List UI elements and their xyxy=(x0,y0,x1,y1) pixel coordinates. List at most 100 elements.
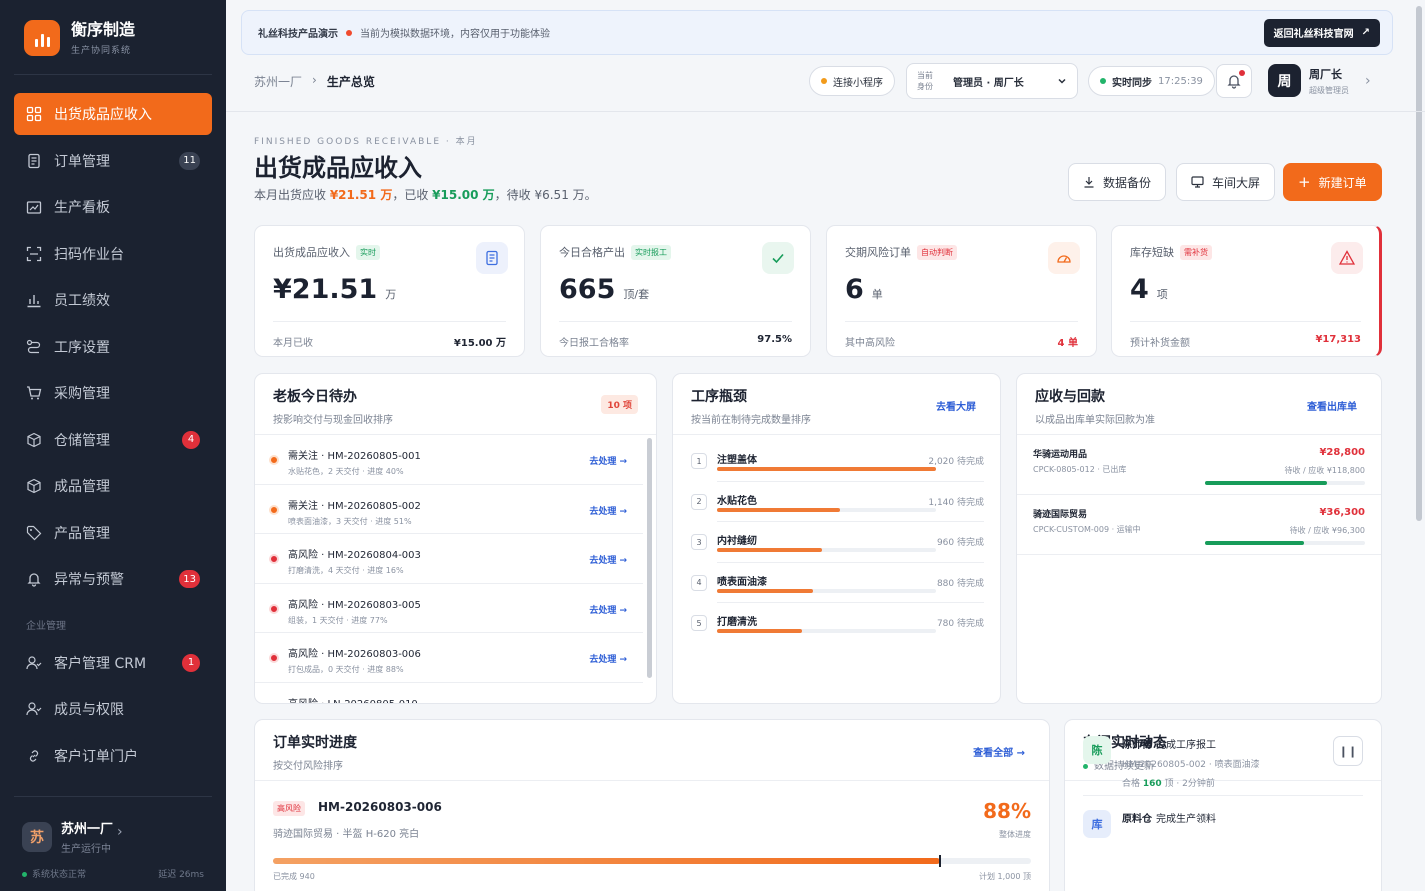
feed-body: 原料仓 完成生产领料 xyxy=(1122,810,1216,831)
bottleneck-item[interactable]: 2 水贴花色 1,140 待完成 xyxy=(673,482,1000,523)
order-done: 已完成 940 xyxy=(273,872,315,881)
breadcrumb-parent[interactable]: 苏州一厂 xyxy=(254,73,302,90)
nav-item[interactable]: 扫码作业台 xyxy=(14,233,212,275)
nav-item[interactable]: 订单管理 11 xyxy=(14,140,212,182)
brand-logo-icon xyxy=(24,20,60,56)
feed-body: 陈师傅 完成工序报工 HM-20260805-002 · 喷表面油漆 合格 160 顶… xyxy=(1122,736,1260,789)
kpi-foot-label: 本月已收 xyxy=(273,338,313,349)
todo-action-link[interactable]: 去处理 → xyxy=(589,702,627,704)
todo-item[interactable]: 高风险 · HM-20260803-006 打包成品，0 天交付 · 进度 88%… xyxy=(255,633,643,683)
receivable-amount: ¥28,800 xyxy=(1319,447,1365,458)
bottleneck-fill xyxy=(717,548,823,553)
bottleneck-rank: 3 xyxy=(691,534,707,551)
return-site-button[interactable]: 返回礼丝科技官网 ↗ xyxy=(1263,18,1380,47)
bottleneck-rank: 5 xyxy=(691,615,707,632)
todo-action-link[interactable]: 去处理 → xyxy=(589,504,627,517)
nav-item[interactable]: 产品管理 xyxy=(14,512,212,554)
breadcrumb-current: 生产总览 xyxy=(326,75,375,89)
receivable-item[interactable]: 骑迹国际贸易 CPCK-CUSTOM-009 · 运输中 ¥36,300 待收 / 应… xyxy=(1017,495,1381,555)
feed-meta: 合格 160 顶 · 2分钟前 xyxy=(1122,776,1260,789)
sync-status[interactable]: 实时同步 17:25:39 xyxy=(1088,66,1215,96)
todo-action-link[interactable]: 去处理 → xyxy=(589,454,627,467)
factory-avatar: 苏 xyxy=(22,821,52,852)
feed-actor: 原料仓 xyxy=(1122,814,1152,825)
nav-item[interactable]: 异常与预警 13 xyxy=(14,558,212,600)
nav-item[interactable]: 出货成品应收入 xyxy=(14,93,212,135)
system-status-text: 系统状态正常 xyxy=(32,870,87,880)
system-status: 系统状态正常 延迟 26ms xyxy=(22,867,204,880)
receivable-fill xyxy=(1205,481,1327,485)
nav-item[interactable]: 工序设置 xyxy=(14,326,212,368)
kpi-card[interactable]: 今日合格产出 实时报工 665 顶/套 今日报工合格率 97.5% xyxy=(540,225,811,357)
factory-switcher[interactable]: 苏 苏州一厂 生产运行中 › xyxy=(22,818,202,855)
progress-marker-icon xyxy=(939,855,942,867)
mini-program-button[interactable]: 连接小程序 xyxy=(809,66,895,96)
nav-item[interactable]: 成品管理 xyxy=(14,465,212,507)
bottleneck-item[interactable]: 3 内衬缝纫 960 待完成 xyxy=(673,522,1000,563)
nav-item[interactable]: 采购管理 xyxy=(14,372,212,414)
receivable-amount: ¥36,300 xyxy=(1319,507,1365,518)
todo-item[interactable]: 高风险 · HM-20260803-005 组装，1 天交付 · 进度 77% 去处… xyxy=(255,584,643,633)
sidebar-divider xyxy=(14,796,212,797)
kpi-label-row: 今日合格产出 实时报工 xyxy=(559,244,792,260)
feed-headline: 陈师傅 完成工序报工 xyxy=(1122,736,1260,751)
receivable-item[interactable]: 华骑运动用品 CPCK-0805-012 · 已出库 ¥28,800 待收 / 应收 … xyxy=(1017,435,1381,495)
order-progress-item[interactable]: 高风险 HM-20260803-006 骑迹国际贸易 · 半盔 H-620 亮白… xyxy=(255,781,1049,891)
new-order-button[interactable]: + 新建订单 xyxy=(1283,163,1382,201)
view-outbound-link[interactable]: 查看出库单 xyxy=(1307,398,1357,413)
kpi-foot-value: 97.5% xyxy=(757,334,792,345)
role-label-1: 当前 xyxy=(917,71,933,80)
bottleneck-item[interactable]: 1 注塑盖体 2,020 待完成 xyxy=(673,441,1000,482)
view-screen-link[interactable]: 去看大屏 xyxy=(936,398,976,413)
nav-item[interactable]: 仓储管理 4 xyxy=(14,419,212,461)
kpi-footer: 今日报工合格率 97.5% xyxy=(559,321,792,349)
user-menu[interactable]: 周 周厂长 超级管理员 › xyxy=(1268,64,1371,97)
todo-action-link[interactable]: 去处理 → xyxy=(589,553,627,566)
todo-action-link[interactable]: 去处理 → xyxy=(589,652,627,665)
todo-action-link[interactable]: 去处理 → xyxy=(589,603,627,616)
feed-actor: 陈师傅 xyxy=(1122,740,1152,751)
feed-item: 库原料仓 完成生产领料 xyxy=(1065,810,1381,870)
brand[interactable]: 衡序制造 生产协同系统 xyxy=(24,20,135,56)
nav-item[interactable]: 客户管理 CRM 1 xyxy=(14,642,212,684)
user-check-icon xyxy=(26,701,42,717)
notifications-button[interactable] xyxy=(1216,64,1252,98)
nav-item[interactable]: 生产看板 xyxy=(14,186,212,228)
kpi-value-row: 4项 xyxy=(1130,274,1168,305)
view-all-orders-link[interactable]: 查看全部 → xyxy=(973,744,1025,759)
feed-meta-suffix: 顶 · 2分钟前 xyxy=(1161,779,1215,789)
todo-item[interactable]: 需关注 · HM-20260805-001 水贴花色，2 天交付 · 进度 40%… xyxy=(255,435,643,485)
workshop-screen-button[interactable]: 车间大屏 xyxy=(1176,163,1276,201)
bottleneck-track xyxy=(717,629,936,634)
bottleneck-item[interactable]: 4 喷表面油漆 880 待完成 xyxy=(673,563,1000,604)
bell-icon xyxy=(26,571,42,587)
backup-button[interactable]: 数据备份 xyxy=(1068,163,1167,201)
todo-scrollbar[interactable] xyxy=(647,438,652,678)
nav-item[interactable]: 客户订单门户 xyxy=(14,735,212,777)
demo-banner: 礼丝科技产品演示 当前为模拟数据环境，内容仅用于功能体验 返回礼丝科技官网 ↗ xyxy=(241,10,1393,55)
todo-item[interactable]: 高风险 · LN-20260805-010去处理 → xyxy=(255,683,643,704)
kpi-card[interactable]: 出货成品应收入 实时 ¥21.51 万本月已收 ¥15.00 万 xyxy=(254,225,525,357)
download-icon xyxy=(1084,177,1094,188)
workshop-feed-panel: 车间实时动态 数据持续更新 ❙❙ 陈陈师傅 完成工序报工 HM-20260805-0… xyxy=(1064,719,1382,891)
document-icon xyxy=(26,153,42,169)
feed-meta-prefix: 合格 xyxy=(1122,779,1143,789)
nav-item[interactable]: 成员与权限 xyxy=(14,688,212,730)
bottleneck-item[interactable]: 5 打磨清洗 780 待完成 xyxy=(673,603,1000,644)
sidebar: 衡序制造 生产协同系统 出货成品应收入 订单管理 11 生产看板扫码作业台 员工绩效工序… xyxy=(0,0,226,891)
kpi-card[interactable]: 交期风险订单 自动判断 6 单其中高风险 4 单 xyxy=(826,225,1097,357)
chevron-right-icon: › xyxy=(1365,72,1371,89)
kpi-tag: 实时报工 xyxy=(631,244,671,260)
bottleneck-track xyxy=(717,548,936,553)
kpi-unit: 顶/套 xyxy=(623,288,650,301)
kpi-footer: 本月已收 ¥15.00 万 xyxy=(273,321,506,349)
nav-item[interactable]: 员工绩效 xyxy=(14,279,212,321)
banner-title: 礼丝科技产品演示 xyxy=(258,29,338,40)
bottleneck-name: 打磨清洗 xyxy=(717,617,757,629)
monitor-icon xyxy=(1191,176,1204,188)
role-select[interactable]: 当前 身份 管理员 · 周厂长 xyxy=(906,63,1078,99)
todo-item[interactable]: 需关注 · HM-20260805-002 喷表面油漆，3 天交付 · 进度 51… xyxy=(255,485,643,534)
todo-item[interactable]: 高风险 · HM-20260804-003 打磨清洗，4 天交付 · 进度 16%… xyxy=(255,534,643,584)
kpi-card[interactable]: 库存短缺 需补货 4 项预计补货金额 ¥17,313 xyxy=(1111,225,1382,357)
kpi-label-row: 出货成品应收入 实时 xyxy=(273,244,506,260)
